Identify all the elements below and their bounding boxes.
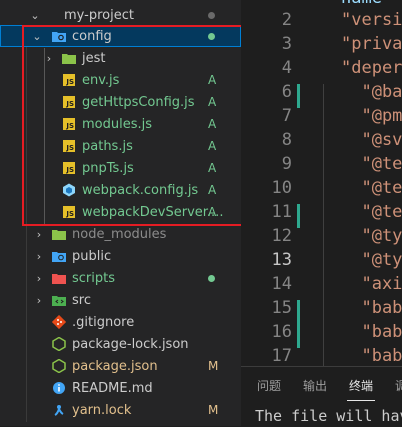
tab-problems[interactable]: 问题 bbox=[257, 377, 281, 394]
tree-item-label: README.md bbox=[72, 380, 153, 396]
git-status-badge: M bbox=[208, 359, 219, 373]
code-line: "@ba bbox=[341, 82, 402, 102]
folder-src-icon bbox=[52, 293, 66, 307]
tree-file-readme-md[interactable]: README.md bbox=[0, 377, 241, 399]
tree-folder-src[interactable]: › src bbox=[0, 289, 241, 311]
git-status-badge: M bbox=[208, 403, 219, 417]
tree-file-yarn-lock[interactable]: yarn.lock M bbox=[0, 399, 241, 421]
code-line: "versi bbox=[341, 10, 402, 30]
code-line: "@pm bbox=[341, 106, 402, 126]
tab-debug[interactable]: 调 bbox=[395, 377, 402, 394]
tree-item-label: public bbox=[72, 248, 112, 264]
line-number: 9 bbox=[281, 154, 292, 174]
tree-item-label: node_modules bbox=[72, 226, 167, 242]
tree-file-package-json[interactable]: package.json M bbox=[0, 355, 241, 377]
code-line: "axi bbox=[341, 274, 402, 294]
tree-root-my-project[interactable]: ⌄ my-project bbox=[0, 4, 241, 26]
tree-item-label: yarn.lock bbox=[72, 402, 132, 418]
tree-item-label: scripts bbox=[72, 270, 115, 286]
code-line: "@te bbox=[341, 178, 402, 198]
line-number: 8 bbox=[281, 130, 292, 150]
tree-folder-public[interactable]: › public bbox=[0, 245, 241, 267]
line-number: 16 bbox=[271, 322, 292, 342]
highlight-box bbox=[22, 25, 266, 226]
tab-terminal[interactable]: 终端 bbox=[349, 377, 373, 394]
line-number: 14 bbox=[271, 274, 292, 294]
yarn-icon bbox=[52, 403, 66, 417]
line-number: 3 bbox=[281, 34, 292, 54]
code-line: "deper bbox=[341, 58, 402, 78]
code-editor[interactable]: name 2 "versi 3 "priva 4 "deper 6 "@ba 7… bbox=[241, 0, 402, 426]
git-icon bbox=[52, 315, 66, 329]
tree-folder-scripts[interactable]: › scripts bbox=[0, 267, 241, 289]
tree-item-label: package-lock.json bbox=[72, 336, 189, 352]
folder-public-icon bbox=[52, 249, 66, 263]
code-line: "bab bbox=[341, 298, 402, 318]
code-line: "bab bbox=[341, 346, 402, 366]
modified-dot bbox=[208, 11, 215, 19]
tree-item-label: .gitignore bbox=[72, 314, 135, 330]
chevron-right-icon: › bbox=[36, 227, 42, 241]
tree-file-package-lock-json[interactable]: package-lock.json bbox=[0, 333, 241, 355]
line-number: 17 bbox=[271, 346, 292, 366]
line-number-active: 13 bbox=[271, 250, 292, 270]
nodejs-icon bbox=[52, 359, 66, 373]
code-line: "@te bbox=[341, 154, 402, 174]
chevron-down-icon: ⌄ bbox=[30, 8, 40, 22]
code-line: "@ty bbox=[341, 250, 402, 270]
indent-guide bbox=[323, 84, 324, 366]
terminal-output[interactable]: The file will hav bbox=[255, 407, 402, 425]
line-number: 7 bbox=[281, 106, 292, 126]
tree-file-gitignore[interactable]: .gitignore bbox=[0, 311, 241, 333]
tree-folder-node-modules[interactable]: › node_modules bbox=[0, 223, 241, 245]
tab-output[interactable]: 输出 bbox=[303, 377, 327, 394]
folder-scripts-icon bbox=[52, 271, 66, 285]
line-number: 11 bbox=[271, 202, 292, 222]
tree-root-label: my-project bbox=[64, 7, 134, 23]
code-line: "@ty bbox=[341, 226, 402, 246]
line-number: 2 bbox=[281, 10, 292, 30]
line-number: 15 bbox=[271, 298, 292, 318]
code-line: "@te bbox=[341, 202, 402, 222]
git-change-bar bbox=[297, 84, 300, 108]
line-number: 6 bbox=[281, 82, 292, 102]
explorer-sidebar: ⌄ my-project ⌄ config › jest JS env.js A… bbox=[0, 0, 266, 426]
folder-icon bbox=[52, 227, 66, 241]
code-line: "bab bbox=[341, 322, 402, 342]
chevron-right-icon: › bbox=[36, 293, 42, 307]
line-number: 10 bbox=[271, 178, 292, 198]
code-line: "@sv bbox=[341, 130, 402, 150]
active-tab-indicator bbox=[347, 400, 375, 401]
line-number: 4 bbox=[281, 58, 292, 78]
info-icon bbox=[52, 381, 66, 395]
git-change-bar bbox=[297, 204, 300, 228]
tree-item-label: src bbox=[72, 292, 91, 308]
chevron-right-icon: › bbox=[36, 249, 42, 263]
bottom-panel: 问题 输出 终端 调 The file will hav bbox=[241, 366, 402, 427]
line-number: 12 bbox=[271, 226, 292, 246]
nodejs-icon bbox=[52, 337, 66, 351]
tree-item-label: package.json bbox=[72, 358, 158, 374]
added-dot bbox=[208, 274, 215, 282]
chevron-right-icon: › bbox=[36, 271, 42, 285]
code-line: "priva bbox=[341, 34, 402, 54]
git-change-bar bbox=[297, 300, 300, 348]
